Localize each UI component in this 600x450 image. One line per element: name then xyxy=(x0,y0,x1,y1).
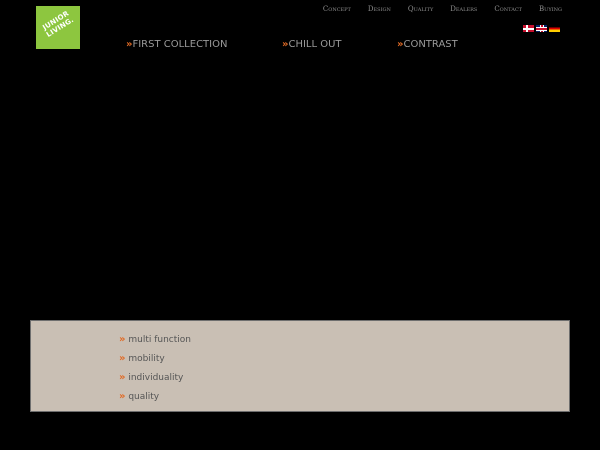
nav-chill-out-label: CHILL OUT xyxy=(288,39,342,50)
language-selector xyxy=(523,25,560,32)
nav-first-collection-link[interactable]: »FIRST COLLECTION xyxy=(126,39,227,50)
topnav-dealers-link[interactable]: Dealers xyxy=(450,5,477,13)
feature-panel: » multi function » mobility » individual… xyxy=(30,320,570,412)
topnav-design-link[interactable]: Design xyxy=(368,5,391,13)
collection-navigation: »FIRST COLLECTION »CHILL OUT »CONTRAST xyxy=(0,39,600,53)
chevron-right-icon: » xyxy=(119,334,126,345)
feature-label: mobility xyxy=(128,354,165,364)
chevron-right-icon: » xyxy=(126,39,133,50)
topnav-concept-link[interactable]: Concept xyxy=(323,5,351,13)
feature-label: multi function xyxy=(128,335,191,345)
feature-label: individuality xyxy=(128,373,184,383)
chevron-right-icon: » xyxy=(119,372,126,383)
topnav-buying-link[interactable]: Buying xyxy=(539,5,562,13)
nav-contrast-label: CONTRAST xyxy=(403,39,458,50)
topnav-quality-link[interactable]: Quality xyxy=(408,5,433,13)
logo-text: JUNIOR LIVING. xyxy=(37,7,79,42)
list-item: » multi function xyxy=(119,334,191,353)
nav-chill-out-link[interactable]: »CHILL OUT xyxy=(282,39,342,50)
chevron-right-icon: » xyxy=(119,353,126,364)
list-item: » quality xyxy=(119,391,191,410)
chevron-right-icon: » xyxy=(397,39,404,50)
danish-flag-icon[interactable] xyxy=(523,25,534,32)
feature-label: quality xyxy=(128,392,160,402)
feature-list: » multi function » mobility » individual… xyxy=(119,334,191,410)
nav-contrast-link[interactable]: »CONTRAST xyxy=(397,39,458,50)
nav-first-collection-label: FIRST COLLECTION xyxy=(132,39,228,50)
list-item: » individuality xyxy=(119,372,191,391)
topnav-contact-link[interactable]: Contact xyxy=(494,5,522,13)
list-item: » mobility xyxy=(119,353,191,372)
uk-flag-icon[interactable] xyxy=(536,25,547,32)
chevron-right-icon: » xyxy=(282,39,289,50)
chevron-right-icon: » xyxy=(119,391,126,402)
top-navigation: Concept Design Quality Dealers Contact B… xyxy=(306,5,562,13)
german-flag-icon[interactable] xyxy=(549,25,560,32)
